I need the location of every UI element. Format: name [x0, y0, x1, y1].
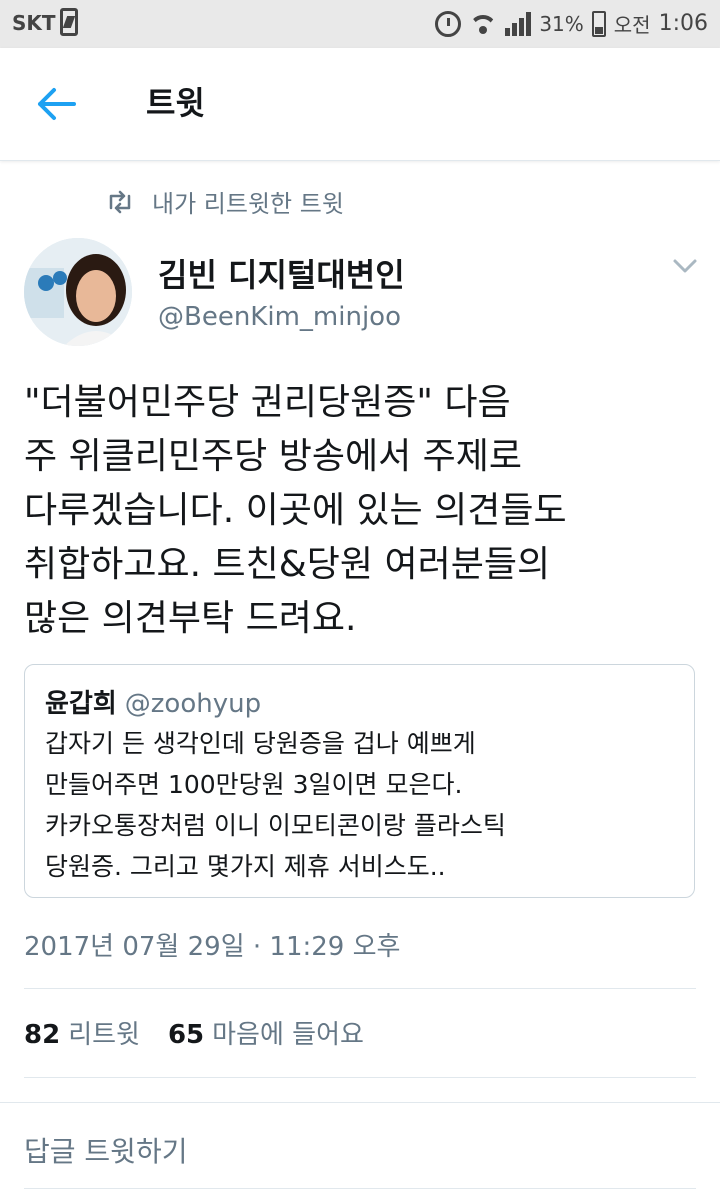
- sim-card-icon: [60, 8, 78, 36]
- section-divider: [0, 1102, 720, 1103]
- app-bar: 트윗: [0, 48, 720, 161]
- more-options-button[interactable]: [672, 256, 698, 276]
- battery-icon: [591, 10, 606, 37]
- tweet-text: "더불어민주당 권리당원증" 다음 주 위클리민주당 방송에서 주제로 다루겠습…: [24, 382, 567, 639]
- divider: [24, 1188, 696, 1189]
- quoted-tweet-text: 갑자기 든 생각인데 당원증을 겁나 예쁘게 만들어주면 100만당원 3일이면…: [45, 729, 506, 881]
- like-count: 65: [167, 1020, 205, 1050]
- author-handle[interactable]: @BeenKim_minjoo: [158, 302, 401, 332]
- clock-time: 1:06: [658, 11, 708, 36]
- retweet-count-label: 리트윗: [68, 1020, 140, 1050]
- quoted-tweet-card[interactable]: 윤갑희 @zoohyup 갑자기 든 생각인데 당원증을 겁나 예쁘게 만들어주면…: [24, 664, 695, 898]
- back-button[interactable]: [34, 84, 78, 124]
- avatar[interactable]: [24, 238, 132, 346]
- divider: [24, 1077, 696, 1078]
- tweet-timestamp: 2017년 07월 29일 · 11:29 오후: [24, 932, 401, 962]
- author-name[interactable]: 김빈 디지털대변인: [158, 250, 405, 296]
- battery-percent: 31%: [539, 11, 584, 36]
- divider: [24, 988, 696, 989]
- retweet-icon: [109, 190, 131, 213]
- retweet-count: 82: [24, 1020, 61, 1050]
- carrier-label: SKT: [12, 11, 56, 35]
- quoted-tweet-header: 윤갑희 @zoohyup: [45, 683, 261, 720]
- arrow-left-icon: [38, 88, 76, 120]
- quoted-author-handle: @zoohyup: [124, 689, 262, 719]
- retweet-count-link[interactable]: 82 리트윗: [24, 1014, 140, 1051]
- tweet-stats: 82 리트윗 65 마음에 들어요: [24, 1014, 364, 1051]
- avatar-image: [24, 238, 132, 346]
- status-bar-right: 31% 오전 1:06: [435, 9, 708, 38]
- like-count-link[interactable]: 65 마음에 들어요: [168, 1014, 364, 1051]
- retweet-context-label: 내가 리트윗한 트윗: [152, 190, 344, 218]
- status-bar: SKT 31% 오전 1:06: [0, 0, 720, 48]
- alarm-icon: [435, 10, 462, 37]
- retweet-context: 내가 리트윗한 트윗: [106, 184, 344, 219]
- chevron-down-icon: [673, 259, 697, 273]
- quoted-author-name: 윤갑희: [45, 689, 117, 719]
- reply-input[interactable]: 답글 트윗하기: [24, 1130, 187, 1170]
- like-count-label: 마음에 들어요: [212, 1020, 364, 1050]
- wifi-icon: [469, 13, 497, 35]
- page-title: 트윗: [146, 84, 205, 122]
- signal-icon: [505, 11, 532, 36]
- ampm-label: 오전: [613, 13, 651, 37]
